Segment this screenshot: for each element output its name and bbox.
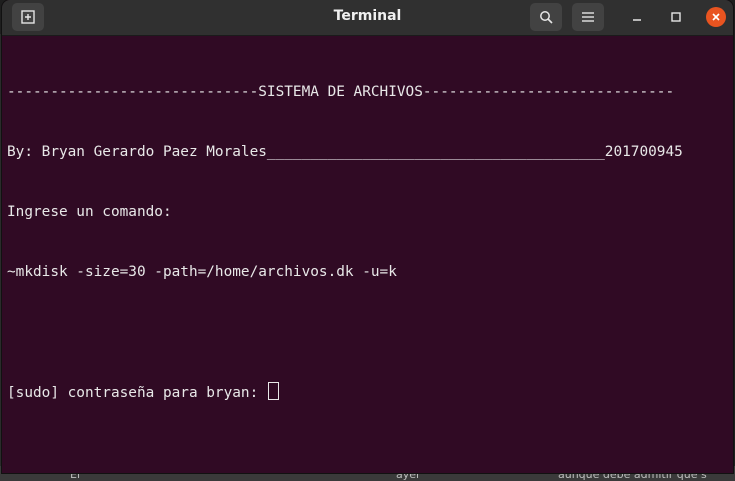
terminal-prompt-line: Ingrese un comando: <box>7 204 172 220</box>
terminal-output[interactable]: -----------------------------SISTEMA DE … <box>2 36 733 473</box>
terminal-window: Terminal -----------------------------SI… <box>2 0 733 473</box>
close-icon <box>712 13 720 21</box>
close-button[interactable] <box>706 7 726 27</box>
maximize-button[interactable] <box>667 8 685 26</box>
terminal-header-line: -----------------------------SISTEMA DE … <box>7 84 675 100</box>
text-cursor <box>267 382 279 400</box>
title-bar[interactable]: Terminal <box>2 0 733 36</box>
maximize-icon <box>671 12 681 22</box>
menu-button[interactable] <box>572 3 604 31</box>
terminal-password-line[interactable]: [sudo] contraseña para bryan: <box>7 382 733 402</box>
search-icon <box>540 11 553 24</box>
search-button[interactable] <box>530 3 562 31</box>
terminal-author-line: By: Bryan Gerardo Paez Morales__________… <box>7 144 683 160</box>
minimize-button[interactable] <box>628 8 646 26</box>
sudo-password-prompt: [sudo] contraseña para bryan: <box>7 385 267 401</box>
window-title: Terminal <box>333 8 402 24</box>
terminal-command-line: ~mkdisk -size=30 -path=/home/archivos.dk… <box>7 264 397 280</box>
hamburger-menu-icon <box>582 12 594 22</box>
minimize-icon <box>633 19 641 21</box>
